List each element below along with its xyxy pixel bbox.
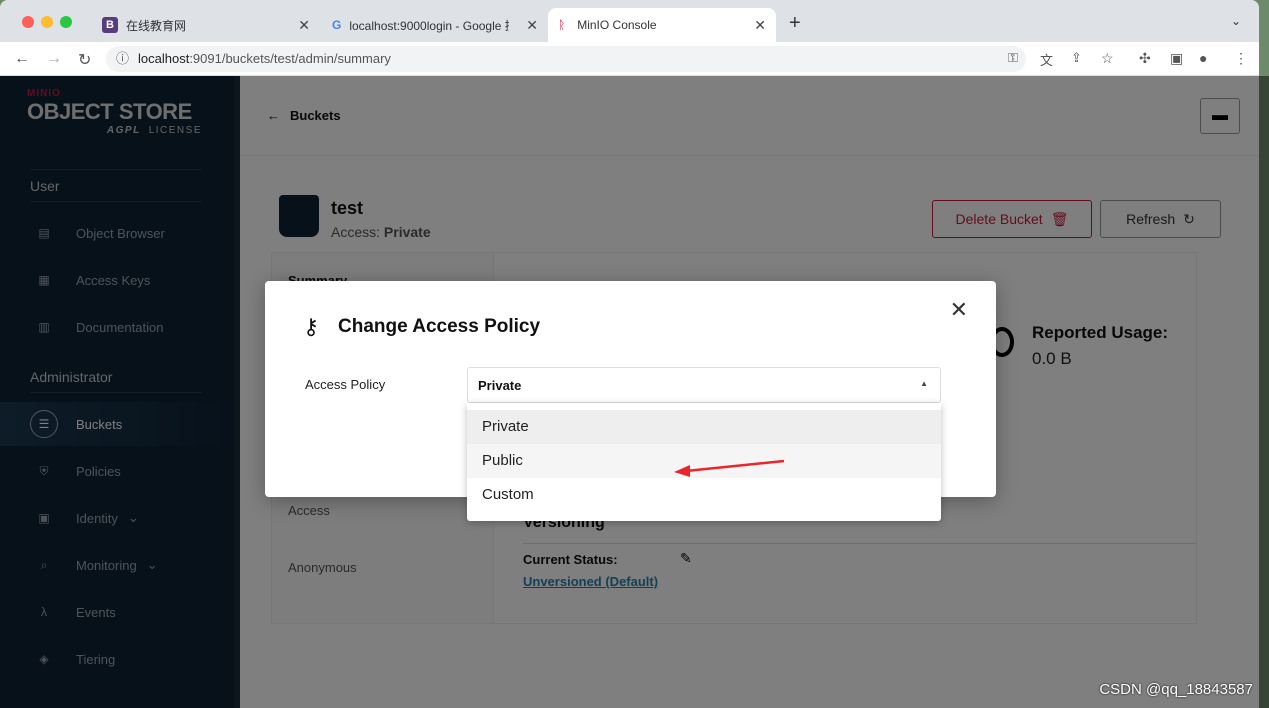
option-private[interactable]: Private: [467, 410, 941, 444]
address-bar[interactable]: ⓘ localhost:9091/buckets/test/admin/summ…: [106, 46, 1026, 72]
minimize-window-button[interactable]: [41, 16, 53, 28]
tab-title: 在线教育网: [126, 18, 187, 33]
extensions-icon[interactable]: ✣: [1139, 50, 1151, 67]
translate-icon[interactable]: 文: [1040, 50, 1053, 69]
close-tab-icon[interactable]: ✕: [754, 17, 766, 34]
back-icon[interactable]: ←: [14, 50, 30, 68]
key-icon[interactable]: ⚿: [1008, 50, 1018, 66]
access-policy-select[interactable]: Private ▲: [467, 367, 941, 403]
caret-up-icon: ▲: [920, 379, 928, 388]
tab-title: localhost:9000login - Google 搜: [349, 18, 510, 33]
url-path: :9091/buckets/test/admin/summary: [189, 51, 391, 66]
address-toolbar: ← → ↻ ⓘ localhost:9091/buckets/test/admi…: [0, 42, 1259, 76]
minio-icon: ᚱ: [558, 18, 566, 32]
modal-title: Change Access Policy: [338, 316, 541, 337]
close-window-button[interactable]: [22, 16, 34, 28]
tab-list-chevron-icon[interactable]: ⌄: [1231, 14, 1241, 28]
watermark: CSDN @qq_18843587: [1099, 681, 1253, 698]
maximize-window-button[interactable]: [60, 16, 72, 28]
side-panel-icon[interactable]: ▣: [1170, 50, 1183, 67]
close-tab-icon[interactable]: ✕: [526, 17, 538, 34]
reload-icon[interactable]: ↻: [78, 50, 91, 70]
url-host: localhost: [138, 51, 190, 66]
tab-bar: B 在线教育网 ✕ G localhost:9000login - Google…: [0, 0, 1259, 42]
bootstrap-icon: B: [102, 17, 118, 33]
info-icon: ⓘ: [116, 51, 130, 66]
profile-avatar-icon[interactable]: ●: [1199, 50, 1207, 66]
access-policy-label: Access Policy: [305, 377, 386, 392]
close-icon[interactable]: ✕: [950, 297, 968, 323]
option-custom[interactable]: Custom: [467, 478, 941, 512]
annotation-arrow-icon: [674, 459, 785, 477]
google-icon: G: [332, 18, 342, 32]
browser-tab[interactable]: B 在线教育网 ✕: [92, 8, 320, 42]
browser-tab[interactable]: G localhost:9000login - Google 搜 ✕: [322, 8, 548, 42]
browser-tab-active[interactable]: ᚱ MinIO Console ✕: [548, 8, 776, 42]
close-tab-icon[interactable]: ✕: [298, 17, 310, 34]
menu-kebab-icon[interactable]: ⋮: [1234, 50, 1248, 67]
tab-title: MinIO Console: [577, 18, 657, 32]
share-icon[interactable]: ⇪: [1071, 50, 1082, 66]
new-tab-button[interactable]: +: [789, 12, 801, 35]
bookmark-star-icon[interactable]: ☆: [1101, 50, 1114, 67]
key-icon: ⚷: [303, 314, 320, 339]
forward-icon[interactable]: →: [46, 50, 62, 68]
selected-value: Private: [478, 378, 522, 393]
